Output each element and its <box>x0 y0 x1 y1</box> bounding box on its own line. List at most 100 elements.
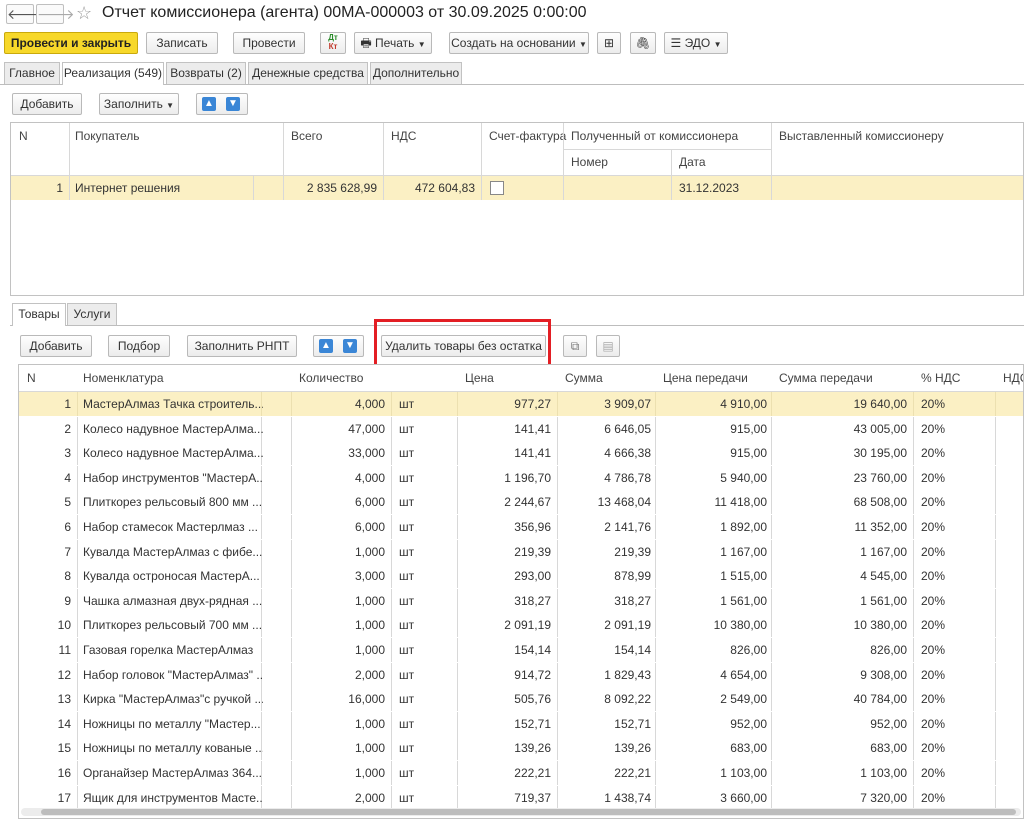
edo-icon: ☰ <box>670 36 682 50</box>
table-row[interactable]: 17 Ящик для инструментов Масте... 2,000 шт 7… <box>19 785 1023 810</box>
goods-row-qty: 33,000 <box>348 446 385 461</box>
tab-cash[interactable]: Денежные средства <box>248 62 368 84</box>
tab-services[interactable]: Услуги <box>67 303 117 325</box>
goods-add-button[interactable]: Добавить <box>20 335 92 357</box>
goods-row-vat-rate: 20% <box>921 643 946 657</box>
forward-button[interactable]: 🡒 <box>36 4 75 24</box>
sales-move-buttons[interactable]: ▲ ▼ <box>196 93 248 115</box>
goods-row-qty: 6,000 <box>354 495 385 510</box>
horizontal-scrollbar[interactable] <box>21 808 1021 816</box>
goods-row-unit: шт <box>399 667 415 682</box>
paste-button[interactable]: ▤ <box>596 335 620 357</box>
table-row[interactable]: 8 Кувалда остроносая МастерА... 3,000 шт 293… <box>19 564 1023 589</box>
structure-button[interactable]: ⊞ <box>597 32 621 54</box>
post-and-close-button[interactable]: Провести и закрыть <box>4 32 138 54</box>
table-row[interactable]: 1 МастерАлмаз Тачка строитель... 4,000 шт 97… <box>19 392 1023 416</box>
sales-add-button[interactable]: Добавить <box>12 93 82 115</box>
printer-icon: 🖶 <box>360 36 372 50</box>
table-row[interactable]: 7 Кувалда МастерАлмаз с фибе... 1,000 шт 219… <box>19 539 1023 564</box>
copy-button[interactable]: ⧉ <box>563 335 587 357</box>
attach-button[interactable]: 🖇 <box>630 32 656 54</box>
goods-row-unit: шт <box>399 446 415 461</box>
goods-row-name: Набор стамесок Мастерлмаз ... <box>83 520 258 534</box>
chevron-down-icon: ▼ <box>578 40 587 49</box>
arrow-up-icon[interactable]: ▲ <box>202 97 216 111</box>
goods-row-n: 8 <box>64 569 71 584</box>
edo-button[interactable]: ☰ ЭДО ▼ <box>664 32 728 54</box>
goods-row-transfer-sum: 68 508,00 <box>853 495 907 510</box>
goods-row-transfer-price: 952,00 <box>730 716 767 731</box>
table-row[interactable]: 10 Плиткорез рельсовый 700 мм ... 1,000 шт 2… <box>19 613 1023 638</box>
create-basis-button[interactable]: Создать на основании ▼ <box>449 32 589 54</box>
sales-fill-button[interactable]: Заполнить ▼ <box>99 93 179 115</box>
tab-sales[interactable]: Реализация (549) <box>62 62 164 85</box>
table-row[interactable]: 6 Набор стамесок Мастерлмаз ... 6,000 шт 356… <box>19 515 1023 539</box>
sales-table: N Покупатель Всего НДС Счет-фактура Полу… <box>10 122 1024 296</box>
goods-row-n: 13 <box>57 692 71 707</box>
window-title: Отчет комиссионера (агента) 00МА-000003 … <box>102 4 587 21</box>
goods-row-name: Ящик для инструментов Масте... <box>83 790 263 805</box>
goods-row-transfer-price: 4 910,00 <box>720 397 767 411</box>
tab-additional[interactable]: Дополнительно <box>370 62 462 84</box>
print-button[interactable]: 🖶 Печать ▼ <box>354 32 432 54</box>
fill-rnpt-button[interactable]: Заполнить РНПТ <box>187 335 297 357</box>
goods-row-sum: 154,14 <box>614 643 651 657</box>
sales-row[interactable]: 1 Интернет решения 2 835 628,99 472 604,… <box>11 176 1023 200</box>
goods-pick-button[interactable]: Подбор <box>108 335 170 357</box>
goods-row-vat-rate: 20% <box>921 618 946 633</box>
goods-row-price: 1 196,70 <box>504 470 551 485</box>
table-row[interactable]: 13 Кирка "МастерАлмаз"с ручкой ... 16,000 ш… <box>19 687 1023 712</box>
goods-row-price: 2 091,19 <box>504 618 551 633</box>
goods-row-price: 719,37 <box>514 790 551 805</box>
goods-row-vat-rate: 20% <box>921 692 946 707</box>
goods-row-qty: 1,000 <box>354 741 385 756</box>
table-row[interactable]: 14 Ножницы по металлу "Мастер... 1,000 шт 15… <box>19 711 1023 736</box>
goods-row-vat-rate: 20% <box>921 790 946 805</box>
goods-row-vat-rate: 20% <box>921 421 946 436</box>
table-row[interactable]: 9 Чашка алмазная двух-рядная ... 1,000 шт 31… <box>19 588 1023 613</box>
goods-row-unit: шт <box>399 520 415 534</box>
table-row[interactable]: 16 Органайзер МастерАлмаз 364... 1,000 шт 22… <box>19 761 1023 785</box>
dt-kt-icon: Дт Кт <box>328 33 338 51</box>
goods-row-qty: 3,000 <box>354 569 385 584</box>
table-row[interactable]: 11 Газовая горелка МастерАлмаз 1,000 шт 154,… <box>19 638 1023 662</box>
post-button[interactable]: Провести <box>233 32 305 54</box>
goods-row-vat-rate: 20% <box>921 470 946 485</box>
invoice-checkbox[interactable] <box>490 181 504 195</box>
goods-row-unit: шт <box>399 716 415 731</box>
goods-row-vat-rate: 20% <box>921 446 946 461</box>
goods-row-transfer-price: 915,00 <box>730 446 767 461</box>
goods-row-sum: 1 829,43 <box>604 667 651 682</box>
scrollbar-thumb[interactable] <box>41 809 1016 815</box>
goods-row-transfer-sum: 952,00 <box>870 716 907 731</box>
goods-row-price: 2 244,67 <box>504 495 551 510</box>
table-row[interactable]: 12 Набор головок "МастерАлмаз" ... 2,000 шт… <box>19 662 1023 687</box>
goods-row-price: 139,26 <box>514 741 551 756</box>
arrow-down-icon[interactable]: ▼ <box>343 339 357 353</box>
table-row[interactable]: 2 Колесо надувное МастерАлма... 47,000 шт 14… <box>19 416 1023 441</box>
favorite-star-icon[interactable]: ☆ <box>76 3 92 24</box>
goods-move-buttons[interactable]: ▲ ▼ <box>313 335 364 357</box>
write-button[interactable]: Записать <box>146 32 218 54</box>
table-row[interactable]: 5 Плиткорез рельсовый 800 мм ... 6,000 шт 2 … <box>19 490 1023 515</box>
table-row[interactable]: 3 Колесо надувное МастерАлма... 33,000 шт 14… <box>19 441 1023 466</box>
delete-without-rest-button[interactable]: Удалить товары без остатка <box>381 335 546 357</box>
tab-returns[interactable]: Возвраты (2) <box>166 62 246 84</box>
arrow-down-icon[interactable]: ▼ <box>226 97 240 111</box>
dt-kt-button[interactable]: Дт Кт <box>320 32 346 54</box>
goods-row-price: 505,76 <box>514 692 551 707</box>
back-button[interactable]: 🡐 <box>6 4 45 24</box>
goods-row-n: 17 <box>57 790 71 805</box>
goods-row-qty: 47,000 <box>348 421 385 436</box>
goods-row-qty: 1,000 <box>354 544 385 559</box>
tab-main[interactable]: Главное <box>4 62 60 84</box>
tab-goods[interactable]: Товары <box>12 303 66 326</box>
table-row[interactable]: 15 Ножницы по металлу кованые ... 1,000 шт 1… <box>19 736 1023 761</box>
goods-row-transfer-price: 5 940,00 <box>720 470 767 485</box>
goods-row-unit: шт <box>399 495 415 510</box>
table-row[interactable]: 4 Набор инструментов "МастерА... 4,000 шт 1 … <box>19 465 1023 490</box>
structure-icon: ⊞ <box>603 36 615 50</box>
goods-row-transfer-price: 3 660,00 <box>720 790 767 805</box>
goods-row-price: 219,39 <box>514 544 551 559</box>
arrow-up-icon[interactable]: ▲ <box>319 339 333 353</box>
